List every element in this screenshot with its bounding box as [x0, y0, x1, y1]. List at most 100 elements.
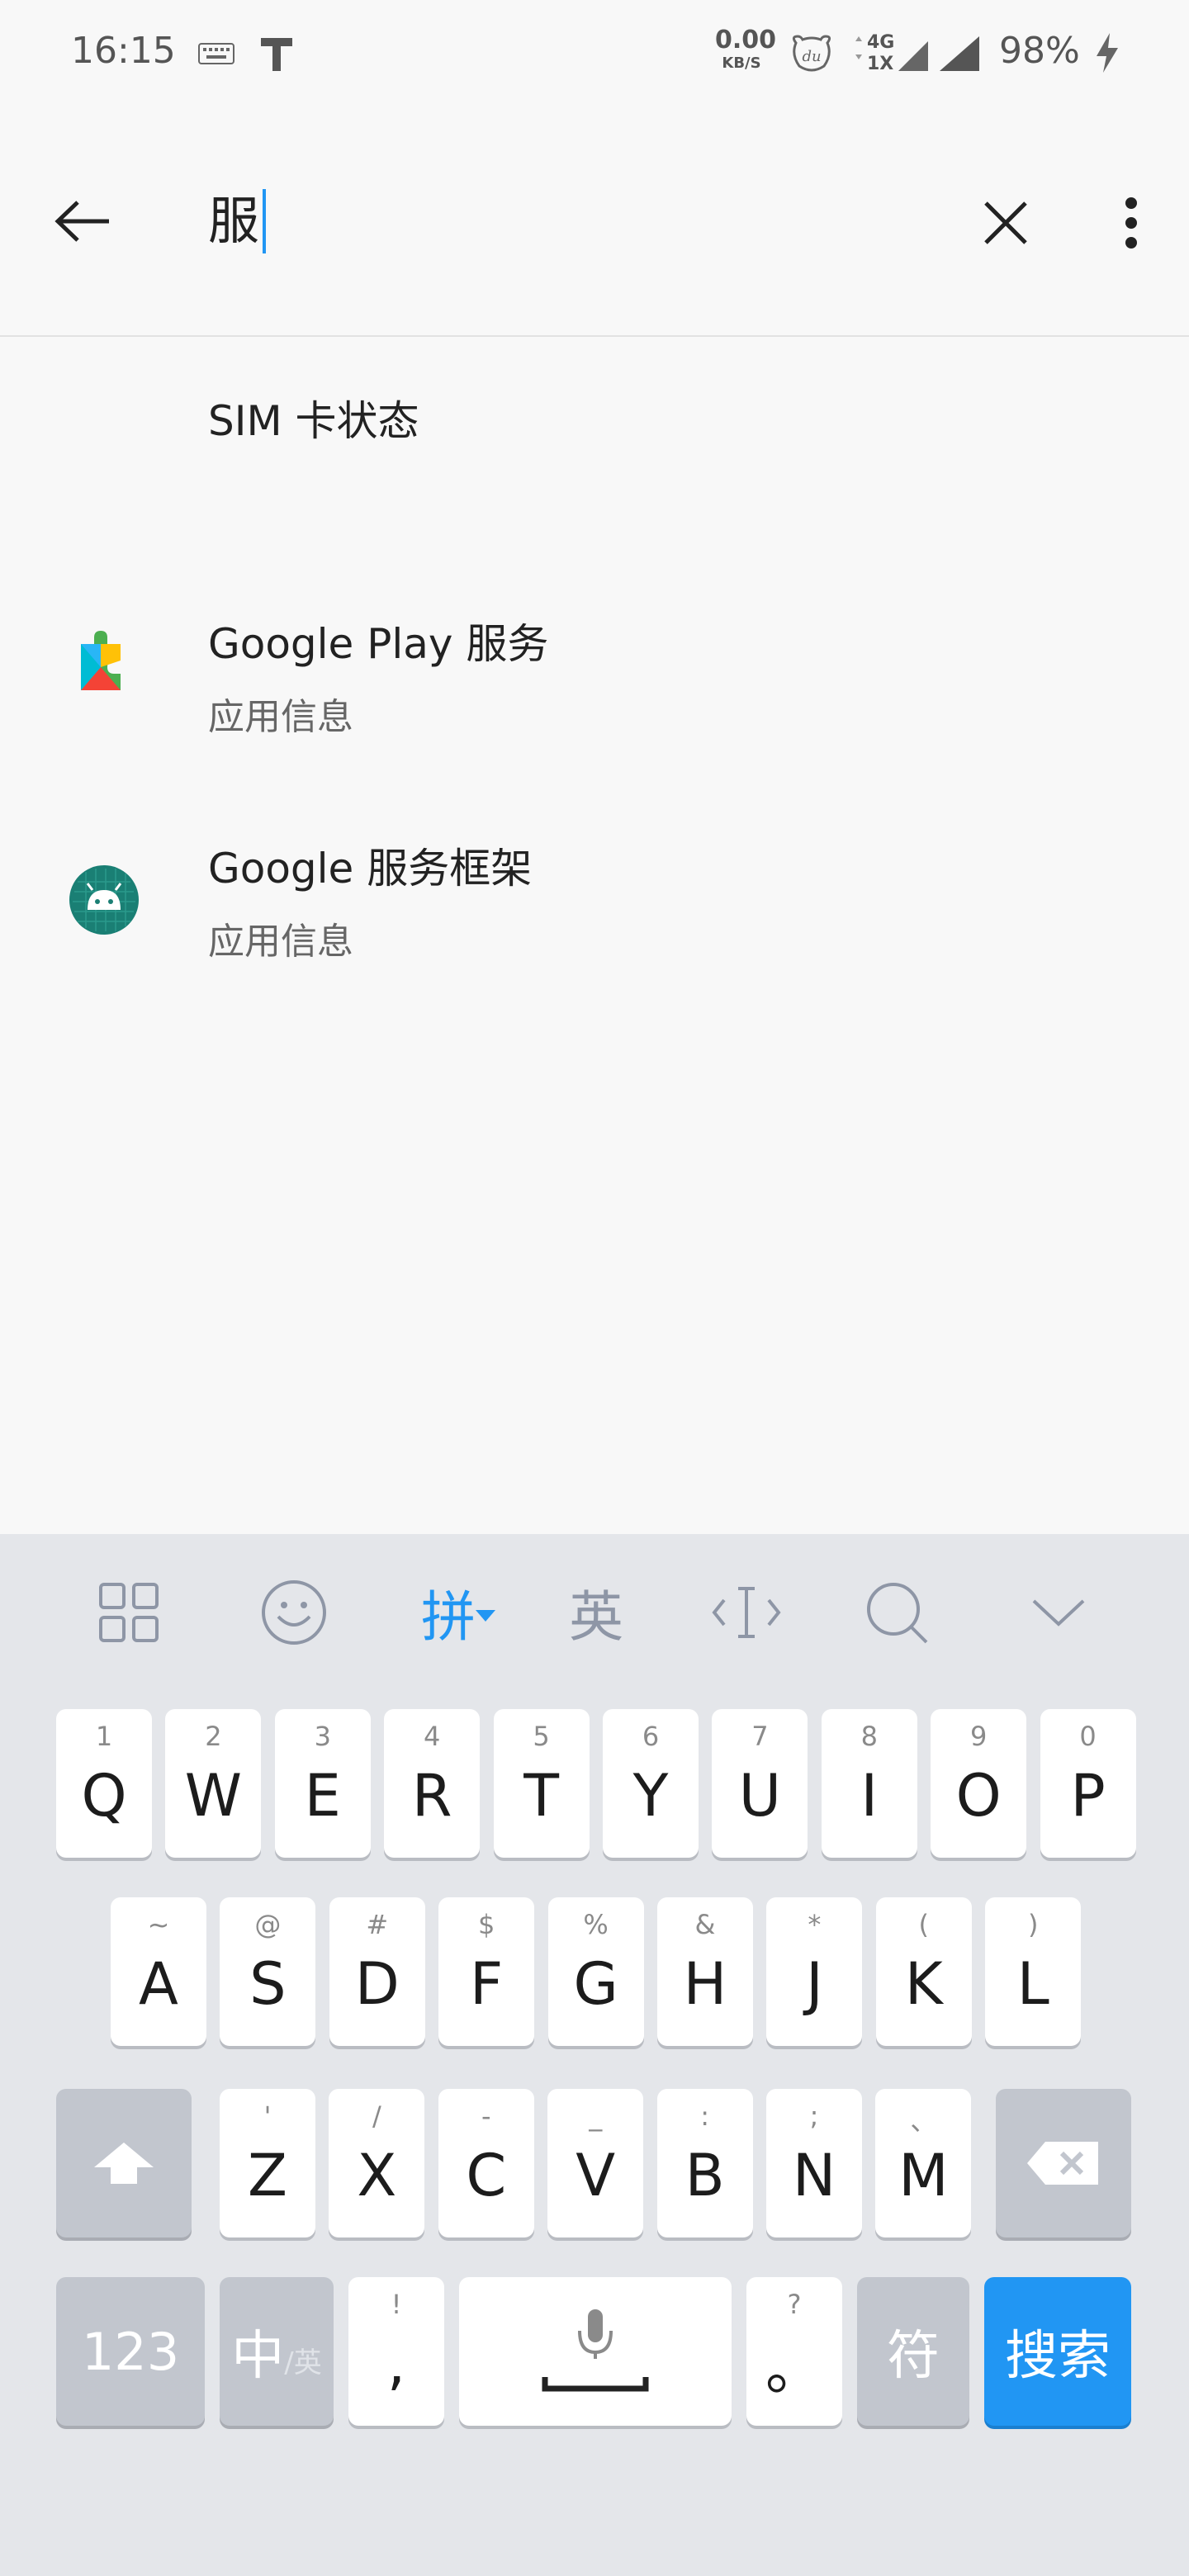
- key-label: I: [860, 1762, 879, 1830]
- shift-icon: [94, 2143, 154, 2184]
- key-hint: -: [481, 2100, 491, 2132]
- android-icon: [69, 865, 139, 938]
- keyboard-menu-button[interactable]: [83, 1567, 175, 1658]
- key-hint: 9: [970, 1721, 988, 1752]
- key-c[interactable]: -C: [438, 2089, 534, 2237]
- key-label: N: [792, 2142, 836, 2209]
- key-label: M: [898, 2142, 949, 2209]
- space-key[interactable]: [459, 2277, 732, 2426]
- key-h[interactable]: & H: [657, 1897, 753, 2046]
- shift-key[interactable]: [56, 2089, 192, 2237]
- key-label: P: [1070, 1762, 1106, 1830]
- backspace-key[interactable]: [996, 2089, 1131, 2237]
- comma-key[interactable]: ! ,: [348, 2277, 444, 2426]
- pinyin-mode-button[interactable]: 拼: [405, 1567, 512, 1658]
- cursor-button[interactable]: [700, 1567, 793, 1658]
- search-icon: [867, 1583, 928, 1644]
- key-label: H: [683, 1950, 727, 2018]
- key-label: E: [304, 1762, 341, 1830]
- result-title: Google Play 服务: [208, 620, 549, 668]
- key-o[interactable]: 9O: [931, 1709, 1027, 1858]
- english-mode-button[interactable]: 英: [550, 1567, 642, 1658]
- key-hint: _: [589, 2100, 603, 2132]
- keyboard-search-button[interactable]: [850, 1567, 943, 1658]
- svg-text:du: du: [802, 48, 821, 65]
- key-label: T: [523, 1762, 559, 1830]
- key-hint: ~: [147, 1909, 170, 1940]
- key-r[interactable]: 4R: [384, 1709, 481, 1858]
- net-speed: 0.00 KB/S: [715, 26, 777, 72]
- caret-down-icon: [476, 1610, 495, 1622]
- key-label: K: [904, 1950, 943, 2018]
- symbols-key[interactable]: 符: [857, 2277, 969, 2426]
- battery-level: 98%: [999, 30, 1080, 72]
- svg-text:1X: 1X: [867, 54, 893, 74]
- key-hint: 0: [1079, 1721, 1097, 1752]
- key-u[interactable]: 7U: [712, 1709, 808, 1858]
- key-hint: ': [263, 2100, 272, 2132]
- clear-search-button[interactable]: [966, 183, 1045, 263]
- key-label: V: [576, 2142, 616, 2209]
- key-hint: /: [372, 2100, 381, 2132]
- key-d[interactable]: # D: [329, 1897, 425, 2046]
- soft-keyboard: 拼 英 1Q2W3E4R5T6Y7U8I9O0P ~ A @ S # D $ F% G & H * J(…: [0, 1534, 1189, 2576]
- key-label: J: [806, 1950, 823, 2018]
- backspace-icon: [1027, 2142, 1098, 2185]
- google-play-services-icon: [69, 627, 137, 698]
- key-n[interactable]: ; N: [766, 2089, 862, 2237]
- key-j[interactable]: * J: [766, 1897, 863, 2046]
- key-label: X: [357, 2142, 397, 2209]
- key-p[interactable]: 0P: [1040, 1709, 1136, 1858]
- key-label: Z: [248, 2142, 287, 2209]
- key-hint: 、: [910, 2105, 937, 2137]
- search-key[interactable]: 搜索: [984, 2277, 1131, 2426]
- key-i[interactable]: 8I: [821, 1709, 917, 1858]
- key-label: G: [573, 1950, 618, 2018]
- key-hint: *: [808, 1909, 822, 1940]
- key-e[interactable]: 3E: [274, 1709, 371, 1858]
- key-w[interactable]: 2W: [165, 1709, 262, 1858]
- key-s[interactable]: @ S: [220, 1897, 316, 2046]
- key-l[interactable]: ) L: [985, 1897, 1082, 2046]
- key-label: S: [249, 1950, 287, 2018]
- key-a[interactable]: ~ A: [111, 1897, 206, 2046]
- key-hint: 4: [424, 1721, 441, 1752]
- emoji-button[interactable]: [248, 1567, 340, 1658]
- key-m[interactable]: 、 M: [875, 2089, 972, 2237]
- language-switch-key[interactable]: 中/英: [220, 2277, 334, 2426]
- key-f[interactable]: $ F: [438, 1897, 535, 2046]
- back-button[interactable]: [43, 173, 122, 269]
- key-k[interactable]: (K: [875, 1897, 972, 2046]
- key-v[interactable]: _ V: [547, 2089, 644, 2237]
- grid-icon: [99, 1583, 159, 1642]
- key-b[interactable]: :B: [656, 2089, 753, 2237]
- arrow-left-icon: [54, 201, 109, 242]
- period-key[interactable]: ? 。: [746, 2277, 842, 2426]
- key-x[interactable]: / X: [329, 2089, 425, 2237]
- key-y[interactable]: 6Y: [603, 1709, 699, 1858]
- t-icon: [258, 35, 296, 76]
- chevron-down-icon: [1032, 1599, 1085, 1627]
- key-hint: $: [478, 1909, 495, 1940]
- key-hint: %: [583, 1909, 609, 1940]
- collapse-keyboard-button[interactable]: [1012, 1567, 1105, 1658]
- key-g[interactable]: % G: [547, 1897, 644, 2046]
- result-google-play-services[interactable]: Google Play 服务 应用信息: [0, 578, 1189, 760]
- key-label: R: [411, 1762, 452, 1830]
- key-hint: ): [1027, 1909, 1039, 1940]
- more-options-button[interactable]: [1098, 183, 1164, 263]
- result-google-services-framework[interactable]: Google 服务框架 应用信息: [0, 803, 1189, 984]
- key-z[interactable]: ' Z: [220, 2089, 315, 2237]
- search-divider: [0, 335, 1189, 337]
- result-subtitle: 应用信息: [208, 921, 353, 963]
- key-hint: 1: [95, 1721, 113, 1752]
- key-q[interactable]: 1Q: [56, 1709, 152, 1858]
- result-sim-status[interactable]: SIM 卡状态: [0, 339, 1189, 504]
- more-vert-icon: [1125, 197, 1137, 249]
- close-icon: [984, 201, 1027, 244]
- key-t[interactable]: 5T: [493, 1709, 590, 1858]
- numbers-key[interactable]: 123: [56, 2277, 205, 2426]
- keyboard-icon: [198, 43, 234, 68]
- key-label: Y: [632, 1762, 669, 1830]
- search-input[interactable]: 服: [208, 180, 935, 263]
